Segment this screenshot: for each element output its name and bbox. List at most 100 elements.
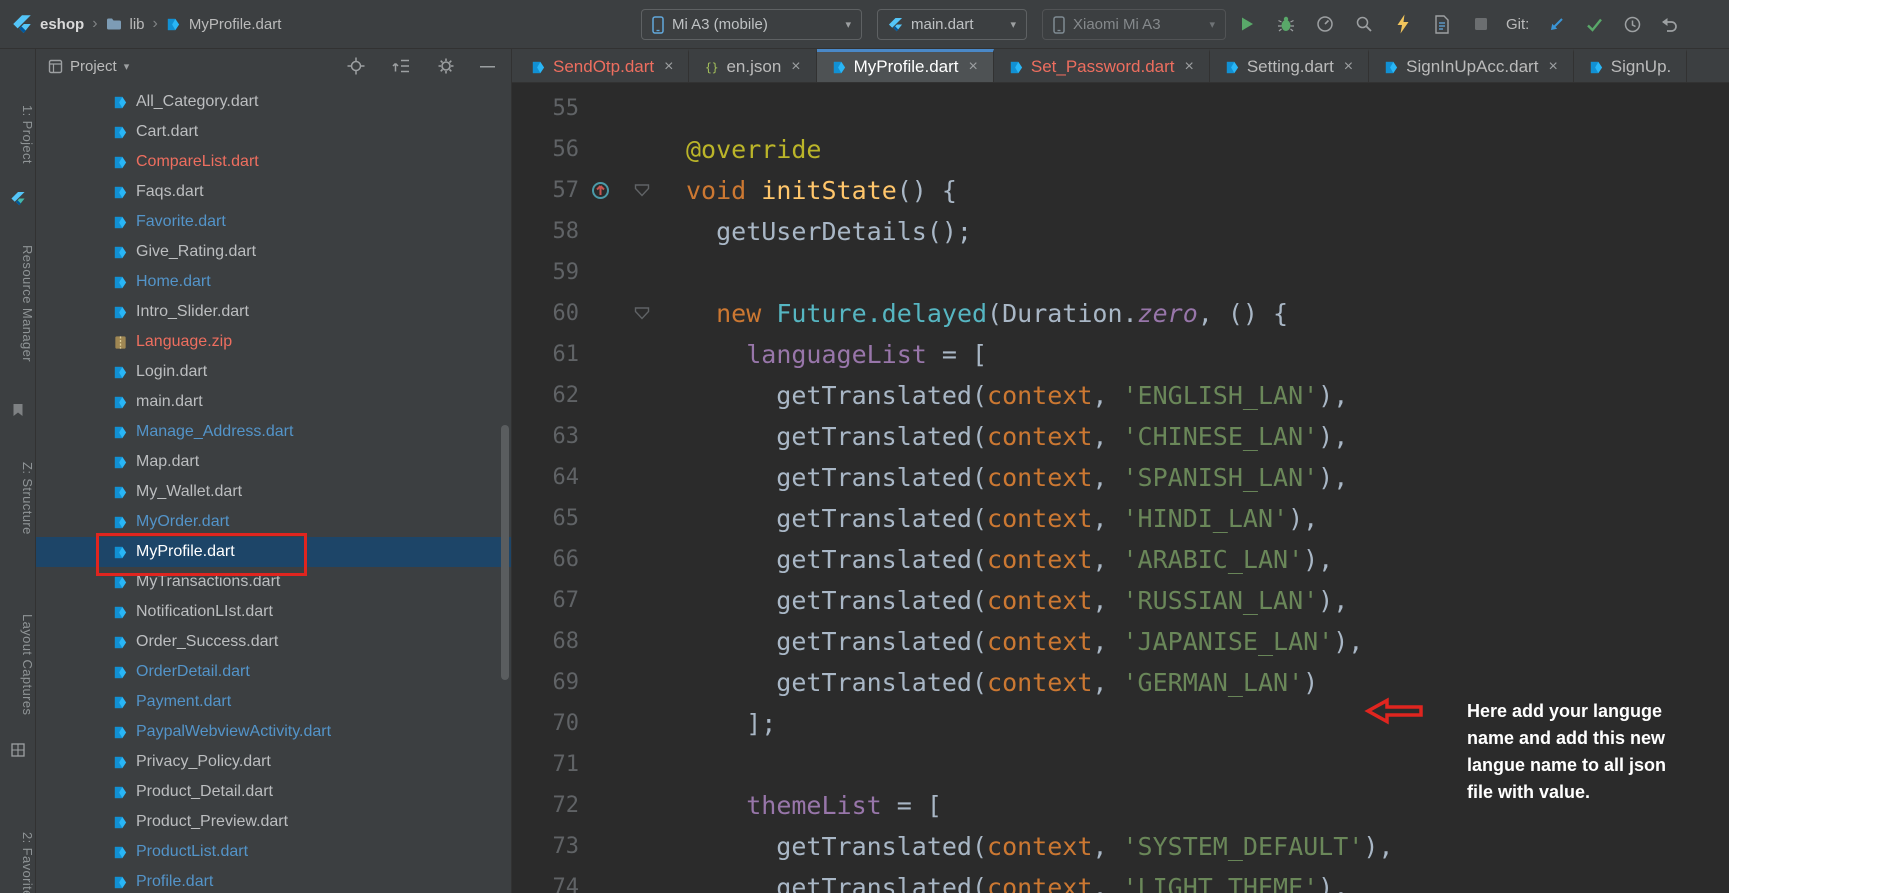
tree-item-label: CompareList.dart: [136, 153, 259, 171]
tree-item[interactable]: Order_Success.dart: [36, 627, 511, 657]
tree-item[interactable]: main.dart: [36, 387, 511, 417]
tree-item[interactable]: Faqs.dart: [36, 177, 511, 207]
profiler-button[interactable]: [1314, 13, 1336, 35]
line-number: 69: [512, 662, 579, 703]
tree-item-label: Privacy_Policy.dart: [136, 753, 271, 771]
tree-item[interactable]: My_Wallet.dart: [36, 477, 511, 507]
tree-item[interactable]: Language.zip: [36, 327, 511, 357]
close-icon[interactable]: ×: [664, 58, 673, 76]
code-text: getTranslated(context, 'RUSSIAN_LAN'),: [686, 580, 1348, 621]
code-text: getTranslated(context, 'CHINESE_LAN'),: [686, 416, 1348, 457]
project-panel-title[interactable]: Project: [70, 58, 117, 75]
dart-file-icon: [531, 60, 546, 75]
editor-tab[interactable]: Set_Password.dart×: [994, 49, 1210, 82]
tree-item[interactable]: OrderDetail.dart: [36, 657, 511, 687]
tree-scrollbar[interactable]: [501, 425, 509, 680]
code-text: @override: [686, 129, 821, 170]
build-variants-icon[interactable]: [12, 403, 24, 417]
close-icon[interactable]: ×: [969, 58, 978, 76]
tool-window-button-resource-manager[interactable]: Resource Manager: [0, 245, 35, 362]
tool-window-button-2-favorites[interactable]: 2: Favorites: [0, 832, 35, 893]
dart-file-icon: [1009, 60, 1024, 75]
tab-label: MyProfile.dart: [854, 57, 959, 77]
tree-item[interactable]: PaypalWebviewActivity.dart: [36, 717, 511, 747]
tab-label: Setting.dart: [1247, 57, 1334, 77]
dart-file-icon: [113, 515, 128, 530]
editor-tab[interactable]: MyProfile.dart ×: [817, 49, 994, 82]
editor-tab[interactable]: SendOtp.dart×: [516, 49, 689, 82]
line-number: 63: [512, 416, 579, 457]
close-icon[interactable]: ×: [791, 58, 800, 76]
code-text: getTranslated(context, 'JAPANISE_LAN'),: [686, 621, 1363, 662]
rollback-button[interactable]: [1659, 13, 1681, 35]
tree-item[interactable]: All_Category.dart: [36, 87, 511, 117]
close-icon[interactable]: ×: [1344, 58, 1353, 76]
breadcrumb-project[interactable]: eshop: [40, 16, 84, 33]
code-text: getTranslated(context, 'GERMAN_LAN'): [686, 662, 1318, 703]
breadcrumb-file[interactable]: MyProfile.dart: [189, 16, 282, 33]
tree-item[interactable]: CompareList.dart: [36, 147, 511, 177]
settings-gear-button[interactable]: [435, 55, 457, 77]
tree-item[interactable]: Login.dart: [36, 357, 511, 387]
target-device-selector[interactable]: Xiaomi Mi A3 ▾: [1042, 9, 1226, 40]
update-project-button[interactable]: [1545, 13, 1567, 35]
tree-item[interactable]: Product_Detail.dart: [36, 777, 511, 807]
code-text: void initState() {: [686, 170, 957, 211]
project-tree: All_Category.dartCart.dart CompareList.da…: [36, 83, 511, 893]
tree-item-label: MyOrder.dart: [136, 513, 229, 531]
tree-item[interactable]: NotificationLIst.dart: [36, 597, 511, 627]
fold-icon[interactable]: [634, 184, 650, 197]
tree-item-label: Login.dart: [136, 363, 207, 381]
tree-item[interactable]: Payment.dart: [36, 687, 511, 717]
close-icon[interactable]: ×: [1185, 58, 1194, 76]
line-number: 70: [512, 703, 579, 744]
editor-tab[interactable]: {}en.json×: [689, 49, 816, 82]
app-inspector-button[interactable]: [1353, 13, 1375, 35]
tree-item[interactable]: Favorite.dart: [36, 207, 511, 237]
dart-file-icon: [832, 60, 847, 75]
tree-item[interactable]: Manage_Address.dart: [36, 417, 511, 447]
tool-window-button-layout-captures[interactable]: Layout Captures: [0, 614, 35, 715]
layout-captures-icon[interactable]: [11, 743, 25, 757]
history-button[interactable]: [1621, 13, 1643, 35]
annotation-note-line: name and add this new: [1467, 725, 1699, 752]
flutter-outline-button[interactable]: [1431, 13, 1453, 35]
locate-file-button[interactable]: [345, 55, 367, 77]
run-button[interactable]: [1236, 13, 1258, 35]
tree-item[interactable]: Cart.dart: [36, 117, 511, 147]
flutter-inspector-icon[interactable]: [10, 191, 25, 206]
tree-item[interactable]: Privacy_Policy.dart: [36, 747, 511, 777]
tree-item[interactable]: Profile.dart: [36, 867, 511, 893]
tree-item[interactable]: Give_Rating.dart: [36, 237, 511, 267]
collapse-all-button[interactable]: [390, 55, 412, 77]
breadcrumb-folder[interactable]: lib: [130, 16, 145, 33]
debug-button[interactable]: [1275, 13, 1297, 35]
commit-button[interactable]: [1583, 13, 1605, 35]
dart-file-icon: [113, 185, 128, 200]
chevron-down-icon[interactable]: ▾: [124, 60, 130, 73]
close-icon[interactable]: ×: [1548, 58, 1557, 76]
overrides-icon[interactable]: [590, 180, 611, 201]
code-line: 67 getTranslated(context, 'RUSSIAN_LAN')…: [512, 580, 1729, 621]
tab-label: SignInUpAcc.dart: [1406, 57, 1538, 77]
tool-window-button-1-project[interactable]: 1: Project: [0, 105, 35, 164]
hot-reload-button[interactable]: [1392, 13, 1414, 35]
hide-panel-button[interactable]: —: [480, 58, 495, 75]
run-config-value: main.dart: [911, 16, 974, 33]
run-config-selector[interactable]: main.dart ▾: [877, 9, 1027, 40]
tree-item[interactable]: Map.dart: [36, 447, 511, 477]
tree-item[interactable]: Home.dart: [36, 267, 511, 297]
fold-icon[interactable]: [634, 307, 650, 320]
stop-button[interactable]: [1470, 13, 1492, 35]
tool-window-button-z-structure[interactable]: Z: Structure: [0, 462, 35, 535]
tree-item[interactable]: ProductList.dart: [36, 837, 511, 867]
dart-file-icon: [1384, 60, 1399, 75]
editor-tab[interactable]: SignUp.: [1574, 49, 1687, 82]
editor-tab[interactable]: SignInUpAcc.dart ×: [1369, 49, 1574, 82]
tree-item[interactable]: Intro_Slider.dart: [36, 297, 511, 327]
line-number: 65: [512, 498, 579, 539]
tree-item[interactable]: Product_Preview.dart: [36, 807, 511, 837]
editor-tab[interactable]: Setting.dart ×: [1210, 49, 1369, 82]
device-selector[interactable]: Mi A3 (mobile) ▾: [641, 9, 862, 40]
dart-file-icon: [113, 245, 128, 260]
